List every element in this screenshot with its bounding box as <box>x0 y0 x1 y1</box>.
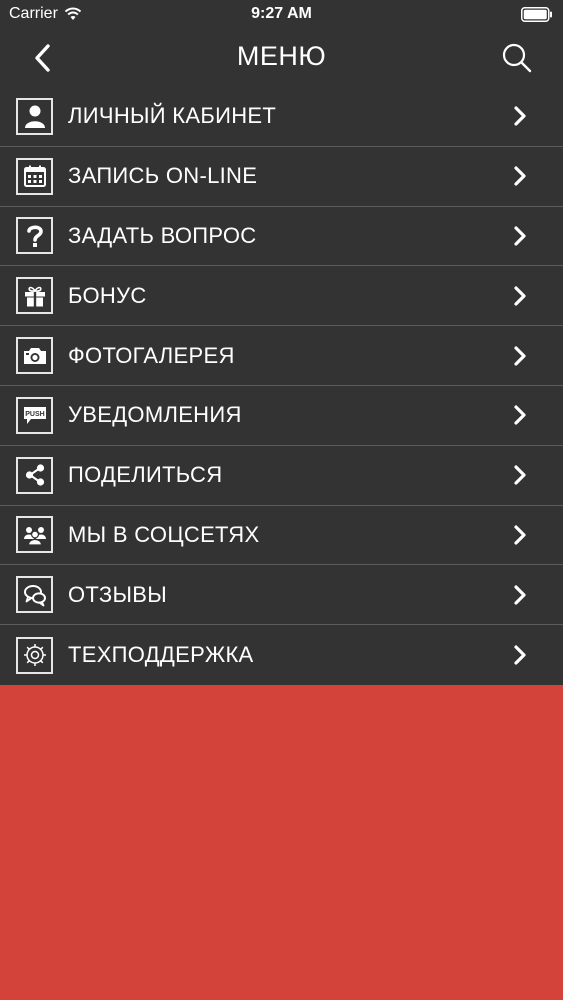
navigation-bar: МЕНЮ <box>0 30 563 85</box>
chevron-right-icon <box>514 645 526 665</box>
menu-item-bonus[interactable]: БОНУС <box>0 266 563 327</box>
menu-item-label: ТЕХПОДДЕРЖКА <box>68 642 254 668</box>
chevron-right-icon <box>514 106 526 126</box>
chevron-right-icon <box>514 166 526 186</box>
chat-bubbles-icon <box>23 584 46 607</box>
status-time: 9:27 AM <box>251 5 312 22</box>
menu-item-label: ФОТОГАЛЕРЕЯ <box>68 342 235 368</box>
menu-item-share[interactable]: ПОДЕЛИТЬСЯ <box>0 446 563 506</box>
chevron-right-icon <box>514 286 526 306</box>
menu-item-notifications[interactable]: PUSH УВЕДОМЛЕНИЯ <box>0 386 563 446</box>
user-icon <box>24 105 45 129</box>
chevron-right-icon <box>514 465 526 485</box>
chevron-right-icon <box>514 585 526 605</box>
menu-item-reviews[interactable]: ОТЗЫВЫ <box>0 565 563 626</box>
menu-item-photo-gallery[interactable]: ФОТОГАЛЕРЕЯ <box>0 326 563 386</box>
chevron-right-icon <box>514 525 526 545</box>
push-icon: PUSH <box>23 407 46 425</box>
menu-item-label: МЫ В СОЦСЕТЯХ <box>68 521 260 547</box>
search-icon <box>502 43 532 73</box>
group-icon <box>23 526 46 546</box>
chevron-right-icon <box>514 345 526 366</box>
share-icon <box>25 464 44 486</box>
battery-icon <box>521 7 552 22</box>
menu-item-social-networks[interactable]: МЫ В СОЦСЕТЯХ <box>0 506 563 566</box>
gear-icon <box>23 644 46 667</box>
red-background-area <box>0 685 563 1000</box>
status-bar: Carrier 9:27 AM <box>0 0 563 30</box>
question-icon <box>26 225 43 247</box>
chevron-right-icon <box>514 226 526 246</box>
gift-icon <box>24 286 45 307</box>
push-icon-text: PUSH <box>25 411 44 418</box>
menu-item-label: ПОДЕЛИТЬСЯ <box>68 462 223 488</box>
chevron-right-icon <box>514 405 526 425</box>
calendar-icon <box>23 165 46 188</box>
menu-item-ask-question[interactable]: ЗАДАТЬ ВОПРОС <box>0 207 563 267</box>
menu-item-online-booking[interactable]: ЗАПИСЬ ON-LINE <box>0 147 563 207</box>
menu-list: ЛИЧНЫЙ КАБИНЕТ ЗАПИСЬ ON-LINE ЗАДАТЬ ВОП… <box>0 87 563 685</box>
menu-item-personal-account[interactable]: ЛИЧНЫЙ КАБИНЕТ <box>0 87 563 147</box>
search-button[interactable] <box>497 40 537 76</box>
menu-item-label: ЛИЧНЫЙ КАБИНЕТ <box>68 103 277 129</box>
menu-item-tech-support[interactable]: ТЕХПОДДЕРЖКА <box>0 625 563 685</box>
menu-item-label: ЗАДАТЬ ВОПРОС <box>68 222 257 248</box>
menu-item-label: УВЕДОМЛЕНИЯ <box>68 402 242 428</box>
menu-item-label: БОНУС <box>68 282 147 308</box>
menu-item-label: ЗАПИСЬ ON-LINE <box>68 163 258 189</box>
camera-icon <box>23 347 46 364</box>
menu-screen: Carrier 9:27 AM МЕНЮ ЛИЧНЫЙ КАБИНЕТ ЗАПИ… <box>0 0 563 685</box>
page-title: МЕНЮ <box>236 41 327 71</box>
menu-item-label: ОТЗЫВЫ <box>68 581 168 607</box>
